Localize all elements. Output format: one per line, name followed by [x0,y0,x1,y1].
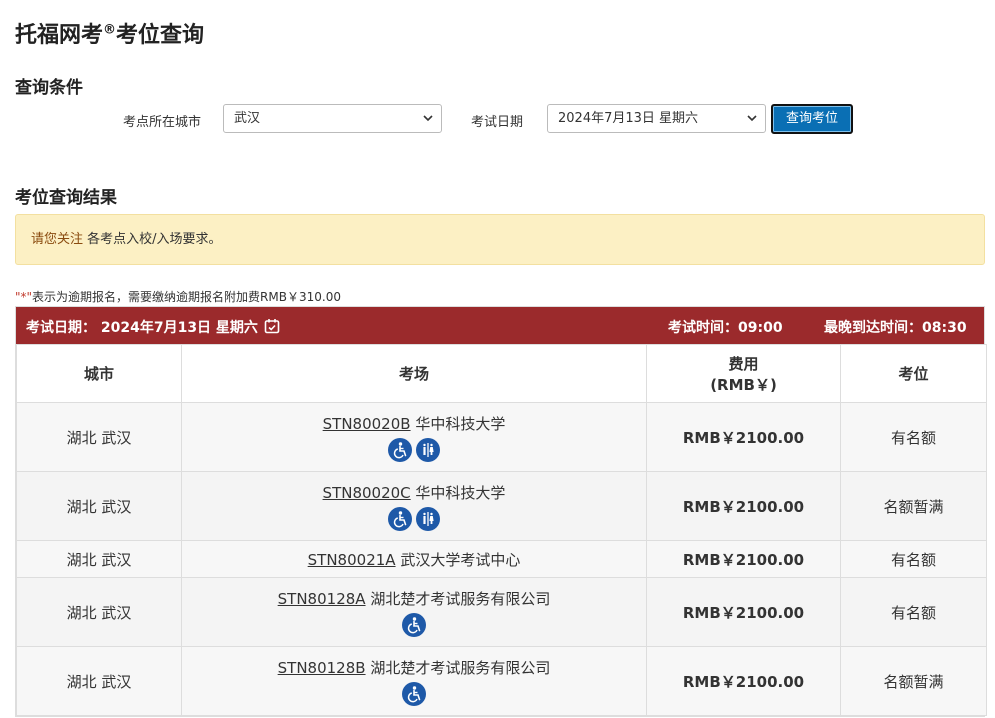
table-row: 湖北 武汉 STN80020B 华中科技大学 RMB￥2100.00 有名额 [16,402,987,472]
venue-code-link[interactable]: STN80021A [308,551,396,569]
chevron-down-icon [423,115,433,122]
row-fee: RMB￥2100.00 [646,471,841,541]
wheelchair-icon[interactable] [402,681,426,706]
row-venue: STN80128A 湖北楚才考试服务有限公司 [181,577,647,647]
late-registration-note: "*"表示为逾期报名，需要缴纳逾期报名附加费RMB￥310.00 [15,288,341,305]
calendar-check-icon[interactable] [264,318,280,334]
table-row: 湖北 武汉 STN80020C 华中科技大学 RMB￥2100.00 名额暂满 [16,471,987,541]
row-venue: STN80021A 武汉大学考试中心 [181,540,647,578]
accessibility-icons [183,437,645,462]
results-table: 考试日期： 2024年7月13日 星期六 考试时间：09:00 最晚到达时间：0… [15,306,987,717]
row-fee: RMB￥2100.00 [646,540,841,578]
venue-name: 武汉大学考试中心 [395,550,521,569]
accessibility-icons [183,681,645,706]
row-city: 湖北 武汉 [16,471,182,541]
filter-section-title: 查询条件 [15,78,83,98]
wheelchair-icon[interactable] [402,612,426,637]
query-seat-button[interactable]: 查询考位 [771,104,853,134]
venue-name: 华中科技大学 [410,483,506,502]
restroom-icon[interactable] [416,506,440,531]
venue-name: 湖北楚才考试服务有限公司 [365,589,551,608]
col-city: 城市 [16,344,182,403]
notice-banner: 请您关注 各考点入校/入场要求。 [15,214,985,265]
col-venue: 考场 [181,344,647,403]
banner-date-text: 考试日期： 2024年7月13日 星期六 [26,320,258,336]
table-header-row: 城市 考场 费用 (RMB￥) 考位 [16,344,987,403]
accessibility-icons [183,612,645,637]
venue-code-link[interactable]: STN80128A [278,590,366,608]
filter-row: 考点所在城市 武汉 考试日期 2024年7月13日 星期六 查询考位 [0,104,995,134]
row-city: 湖北 武汉 [16,540,182,578]
page-title: 托福网考®考位查询 [15,22,205,48]
row-seat-status: 有名额 [840,577,987,647]
notice-text: 各考点入校/入场要求。 [83,232,222,247]
venue-code-link[interactable]: STN80020B [323,415,411,433]
row-fee: RMB￥2100.00 [646,577,841,647]
date-select-value: 2024年7月13日 星期六 [558,111,699,126]
notice-highlight: 请您关注 [31,232,84,247]
date-label: 考试日期 [471,115,524,130]
city-select[interactable]: 武汉 [223,104,442,133]
registered-mark: ® [103,22,117,38]
date-select[interactable]: 2024年7月13日 星期六 [547,104,766,133]
banner-latest-arrival: 最晚到达时间：08:30 [824,320,967,336]
col-seat: 考位 [840,344,987,403]
row-venue: STN80020B 华中科技大学 [181,402,647,472]
row-seat-status: 名额暂满 [840,471,987,541]
row-seat-status: 名额暂满 [840,646,987,716]
results-section-title: 考位查询结果 [15,188,117,208]
col-fee: 费用 (RMB￥) [646,344,841,403]
wheelchair-icon[interactable] [388,437,412,462]
venue-code-link[interactable]: STN80020C [323,484,411,502]
row-city: 湖北 武汉 [16,577,182,647]
city-label: 考点所在城市 [123,115,202,130]
banner-date: 考试日期： 2024年7月13日 星期六 [26,317,280,337]
chevron-down-icon [747,115,757,122]
city-select-value: 武汉 [234,111,261,126]
table-row: 湖北 武汉 STN80128A 湖北楚才考试服务有限公司 RMB￥2100.00 有名… [16,577,987,647]
row-fee: RMB￥2100.00 [646,646,841,716]
row-seat-status: 有名额 [840,540,987,578]
venue-table: 城市 考场 费用 (RMB￥) 考位 湖北 武汉 STN80020B 华中科技大学 R… [16,344,987,716]
banner-exam-time: 考试时间：09:00 [668,320,783,336]
footnote-mark: "*" [15,290,33,304]
venue-name: 湖北楚才考试服务有限公司 [365,658,551,677]
row-city: 湖北 武汉 [16,402,182,472]
table-row: 湖北 武汉 STN80021A 武汉大学考试中心 RMB￥2100.00 有名额 [16,540,987,578]
row-city: 湖北 武汉 [16,646,182,716]
restroom-icon[interactable] [416,437,440,462]
table-body: 湖北 武汉 STN80020B 华中科技大学 RMB￥2100.00 有名额 湖北 武汉… [16,402,987,716]
row-fee: RMB￥2100.00 [646,402,841,472]
venue-code-link[interactable]: STN80128B [278,659,366,677]
row-seat-status: 有名额 [840,402,987,472]
row-venue: STN80128B 湖北楚才考试服务有限公司 [181,646,647,716]
footnote-text: 表示为逾期报名，需要缴纳逾期报名附加费RMB￥310.00 [32,290,341,304]
accessibility-icons [183,506,645,531]
wheelchair-icon[interactable] [388,506,412,531]
table-row: 湖北 武汉 STN80128B 湖北楚才考试服务有限公司 RMB￥2100.00 名额… [16,646,987,716]
exam-banner: 考试日期： 2024年7月13日 星期六 考试时间：09:00 最晚到达时间：0… [16,307,984,344]
row-venue: STN80020C 华中科技大学 [181,471,647,541]
venue-name: 华中科技大学 [410,414,506,433]
